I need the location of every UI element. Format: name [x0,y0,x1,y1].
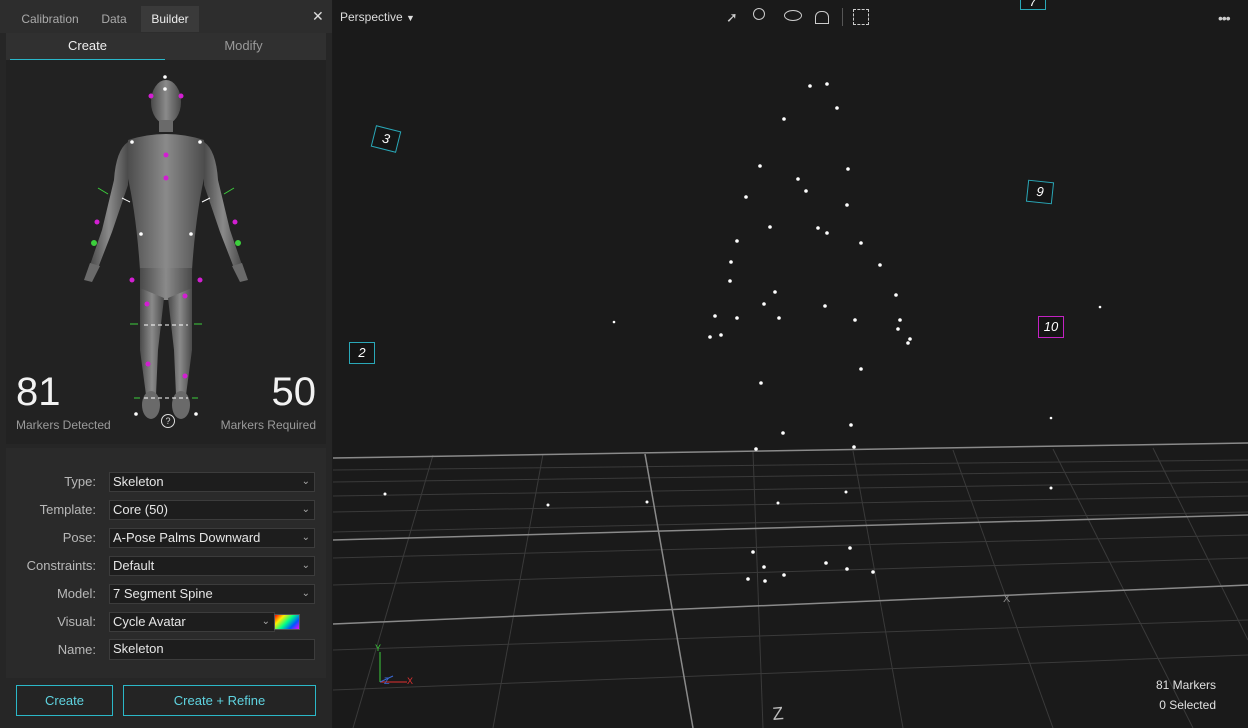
visual-select[interactable]: Cycle Avatar ⌄ [109,612,275,632]
selected-count: 0 Selected [1159,698,1216,712]
markers-detected-value: 81 [16,370,61,414]
constraints-label: Constraints: [26,558,96,573]
template-value: Core (50) [113,502,168,517]
pose-select[interactable]: A-Pose Palms Downward ⌄ [109,528,315,548]
close-icon[interactable]: ✕ [312,8,324,25]
chevron-down-icon: ⌄ [261,616,270,627]
eye-icon[interactable] [784,10,802,21]
template-select[interactable]: Core (50) ⌄ [109,500,315,520]
visual-label: Visual: [57,614,96,629]
floor-x-glyph: X [1003,593,1011,605]
constraints-select[interactable]: Default ⌄ [109,556,315,576]
chevron-down-icon: ⌄ [301,588,310,599]
chevron-down-icon: ⌄ [301,532,310,543]
name-input[interactable]: Skeleton [109,639,315,660]
name-label: Name: [57,642,96,657]
builder-form: Type: Skeleton ⌄ Template: Core (50) ⌄ Pos… [6,448,326,678]
axis-x-label: X [407,676,413,686]
axis-y-label: Y [375,643,381,653]
zoom-icon[interactable] [753,8,765,20]
builder-panel: Calibration Data Builder ✕ Create Modify [0,0,332,728]
markers-required-label: Markers Required [220,418,316,432]
type-value: Skeleton [113,474,164,489]
name-value: Skeleton [113,641,164,656]
markers-count: 81 Markers [1155,678,1216,692]
model-value: 7 Segment Spine [113,586,213,601]
model-label: Model: [56,586,96,601]
chevron-down-icon: ⌄ [301,476,310,487]
view-mode-select[interactable]: Perspective ▼ [340,10,415,24]
floor-z-glyph: Z [772,703,785,724]
visual-value: Cycle Avatar [113,614,186,629]
chevron-down-icon: ▼ [406,13,415,23]
viewport-scene: Z X Y Z X [333,82,1248,728]
chevron-down-icon: ⌄ [301,504,310,515]
builder-subtabs: Create Modify [6,33,326,61]
toolbar-divider [842,8,843,26]
camera-9[interactable]: 9 [1025,179,1055,205]
type-label: Type: [64,474,96,489]
create-button[interactable]: Create [16,685,113,716]
tab-modify[interactable]: Modify [166,33,321,59]
pose-value: A-Pose Palms Downward [113,530,261,545]
tab-data[interactable]: Data [92,6,136,32]
markers-detected-label: Markers Detected [16,418,111,432]
tab-calibration[interactable]: Calibration [14,6,86,32]
more-icon[interactable]: ••• [1218,10,1231,26]
avatar-preview: 81 Markers Detected 50 Markers Required … [6,60,326,444]
type-select[interactable]: Skeleton ⌄ [109,472,315,492]
panel-tabs: Calibration Data Builder ✕ [0,0,332,33]
model-select[interactable]: 7 Segment Spine ⌄ [109,584,315,604]
template-label: Template: [39,502,96,517]
lock-icon[interactable] [815,11,829,24]
color-swatch-icon[interactable] [274,614,300,630]
create-refine-button[interactable]: Create + Refine [123,685,316,716]
pose-label: Pose: [62,530,96,545]
axis-z-label: Z [384,676,390,686]
3d-viewport[interactable]: Z X Y Z X Perspective ▼ ➚ ••• 3 9 2 10 7… [333,0,1248,728]
constraints-value: Default [113,558,155,573]
camera-2[interactable]: 2 [349,342,375,364]
marquee-icon[interactable] [853,9,869,25]
view-mode-value: Perspective [340,10,403,24]
tab-builder[interactable]: Builder [141,6,199,32]
chevron-down-icon: ⌄ [301,560,310,571]
camera-10[interactable]: 10 [1038,316,1064,338]
tab-create[interactable]: Create [10,33,165,61]
camera-7[interactable]: 7 [1020,0,1046,10]
select-arrow-icon[interactable]: ➚ [726,9,738,26]
help-icon[interactable]: ? [161,414,175,428]
markers-required-value: 50 [271,370,317,414]
